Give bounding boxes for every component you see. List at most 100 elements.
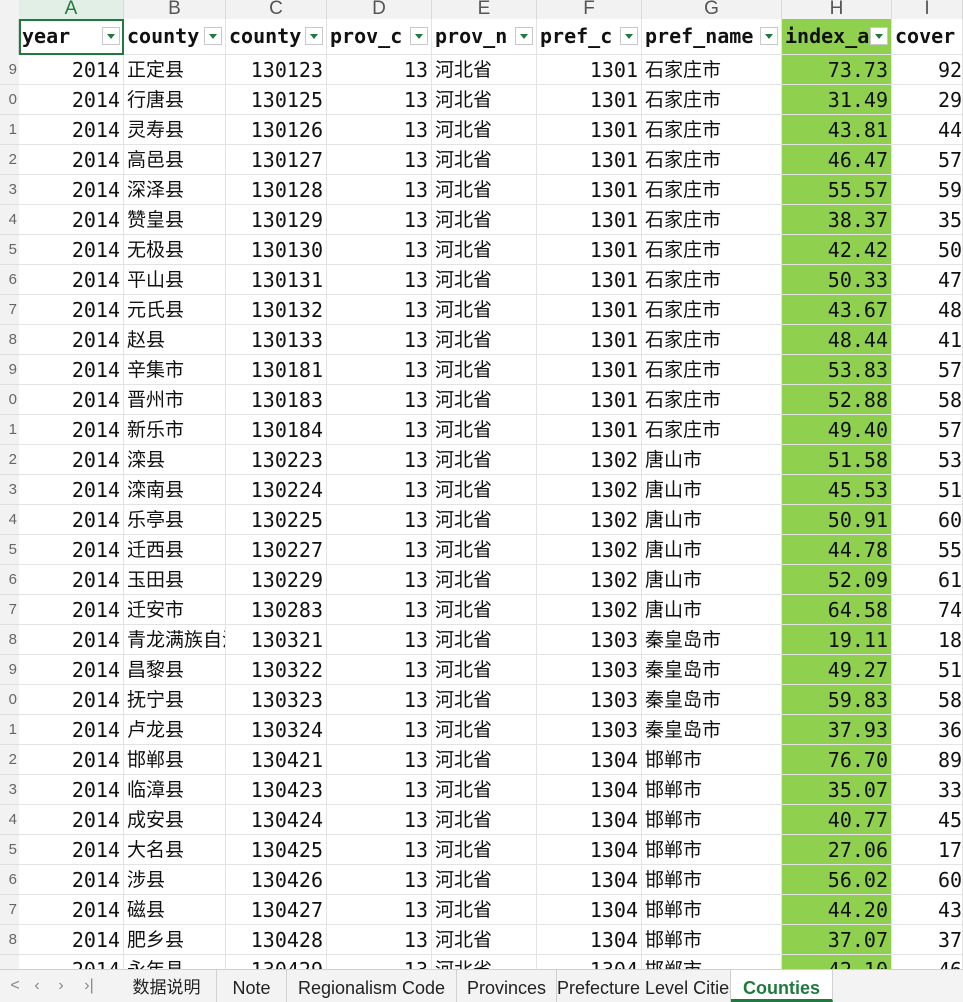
table-cell[interactable]: 38.37 bbox=[782, 205, 892, 235]
column-letter-g[interactable]: G bbox=[642, 0, 782, 19]
filter-dropdown-icon[interactable] bbox=[515, 27, 533, 45]
sheet-tab[interactable]: Counties bbox=[731, 970, 833, 1002]
table-cell[interactable]: 2014 bbox=[19, 55, 124, 85]
table-cell[interactable]: 河北省 bbox=[432, 565, 537, 595]
table-cell[interactable]: 130227 bbox=[226, 535, 327, 565]
table-cell[interactable]: 41 bbox=[892, 325, 963, 355]
table-cell[interactable]: 1304 bbox=[537, 925, 642, 955]
table-cell[interactable]: 石家庄市 bbox=[642, 85, 782, 115]
table-cell[interactable]: 2014 bbox=[19, 535, 124, 565]
table-cell[interactable]: 56.02 bbox=[782, 865, 892, 895]
table-cell[interactable]: 1301 bbox=[537, 415, 642, 445]
sheet-tab[interactable]: Note bbox=[217, 970, 287, 1002]
table-cell[interactable]: 河北省 bbox=[432, 115, 537, 145]
table-cell[interactable]: 行唐县 bbox=[124, 85, 226, 115]
table-cell[interactable]: 唐山市 bbox=[642, 565, 782, 595]
table-cell[interactable]: 73.73 bbox=[782, 55, 892, 85]
table-cell[interactable]: 河北省 bbox=[432, 655, 537, 685]
table-cell[interactable]: 130322 bbox=[226, 655, 327, 685]
column-letter-d[interactable]: D bbox=[327, 0, 432, 19]
table-cell[interactable]: 石家庄市 bbox=[642, 115, 782, 145]
table-cell[interactable]: 1301 bbox=[537, 355, 642, 385]
table-cell[interactable]: 59.83 bbox=[782, 685, 892, 715]
sheet-tab[interactable]: Regionalism Code bbox=[287, 970, 457, 1002]
table-cell[interactable]: 130184 bbox=[226, 415, 327, 445]
table-cell[interactable]: 45 bbox=[892, 805, 963, 835]
table-cell[interactable]: 2014 bbox=[19, 895, 124, 925]
table-cell[interactable]: 河北省 bbox=[432, 835, 537, 865]
table-cell[interactable]: 河北省 bbox=[432, 715, 537, 745]
table-cell[interactable]: 石家庄市 bbox=[642, 415, 782, 445]
table-cell[interactable]: 1303 bbox=[537, 655, 642, 685]
table-cell[interactable]: 赵县 bbox=[124, 325, 226, 355]
table-cell[interactable]: 1303 bbox=[537, 685, 642, 715]
table-cell[interactable]: 55 bbox=[892, 535, 963, 565]
table-cell[interactable]: 河北省 bbox=[432, 745, 537, 775]
table-cell[interactable]: 邯郸市 bbox=[642, 925, 782, 955]
table-cell[interactable]: 35.07 bbox=[782, 775, 892, 805]
table-cell[interactable]: 河北省 bbox=[432, 295, 537, 325]
table-cell[interactable]: 石家庄市 bbox=[642, 355, 782, 385]
table-cell[interactable]: 2014 bbox=[19, 835, 124, 865]
table-cell[interactable]: 2014 bbox=[19, 625, 124, 655]
table-cell[interactable]: 昌黎县 bbox=[124, 655, 226, 685]
table-cell[interactable]: 新乐市 bbox=[124, 415, 226, 445]
table-cell[interactable]: 36 bbox=[892, 715, 963, 745]
table-cell[interactable]: 130426 bbox=[226, 865, 327, 895]
column-letter-h[interactable]: H bbox=[782, 0, 892, 19]
table-cell[interactable]: 37.93 bbox=[782, 715, 892, 745]
table-cell[interactable]: 37.07 bbox=[782, 925, 892, 955]
table-cell[interactable]: 13 bbox=[327, 205, 432, 235]
table-cell[interactable]: 2014 bbox=[19, 865, 124, 895]
table-cell[interactable]: 130126 bbox=[226, 115, 327, 145]
table-cell[interactable]: 乐亭县 bbox=[124, 505, 226, 535]
table-cell[interactable]: 1301 bbox=[537, 115, 642, 145]
table-cell[interactable]: 13 bbox=[327, 595, 432, 625]
table-cell[interactable]: 2014 bbox=[19, 655, 124, 685]
table-cell[interactable]: 13 bbox=[327, 715, 432, 745]
table-cell[interactable]: 53 bbox=[892, 445, 963, 475]
table-cell[interactable]: 邯郸县 bbox=[124, 745, 226, 775]
table-cell[interactable]: 1301 bbox=[537, 295, 642, 325]
table-cell[interactable]: 47 bbox=[892, 265, 963, 295]
table-cell[interactable]: 17 bbox=[892, 835, 963, 865]
table-cell[interactable]: 石家庄市 bbox=[642, 55, 782, 85]
header-cell[interactable]: county bbox=[226, 19, 327, 55]
table-cell[interactable]: 2014 bbox=[19, 265, 124, 295]
table-cell[interactable]: 1303 bbox=[537, 715, 642, 745]
table-cell[interactable]: 58 bbox=[892, 685, 963, 715]
table-cell[interactable]: 130130 bbox=[226, 235, 327, 265]
header-cell[interactable]: pref_name bbox=[642, 19, 782, 55]
table-cell[interactable]: 1304 bbox=[537, 805, 642, 835]
table-cell[interactable]: 1301 bbox=[537, 145, 642, 175]
table-cell[interactable]: 43.81 bbox=[782, 115, 892, 145]
table-cell[interactable]: 13 bbox=[327, 835, 432, 865]
table-cell[interactable]: 石家庄市 bbox=[642, 145, 782, 175]
table-cell[interactable]: 130125 bbox=[226, 85, 327, 115]
table-cell[interactable]: 51 bbox=[892, 475, 963, 505]
table-cell[interactable]: 滦南县 bbox=[124, 475, 226, 505]
table-cell[interactable]: 深泽县 bbox=[124, 175, 226, 205]
table-cell[interactable]: 河北省 bbox=[432, 385, 537, 415]
table-cell[interactable]: 50 bbox=[892, 235, 963, 265]
table-cell[interactable]: 2014 bbox=[19, 445, 124, 475]
table-cell[interactable]: 13 bbox=[327, 625, 432, 655]
table-cell[interactable]: 高邑县 bbox=[124, 145, 226, 175]
table-cell[interactable]: 2014 bbox=[19, 685, 124, 715]
table-cell[interactable]: 卢龙县 bbox=[124, 715, 226, 745]
table-cell[interactable]: 57 bbox=[892, 145, 963, 175]
table-cell[interactable]: 滦县 bbox=[124, 445, 226, 475]
sheet-tab[interactable]: Prefecture Level Cities bbox=[557, 970, 731, 1002]
table-cell[interactable]: 1304 bbox=[537, 745, 642, 775]
table-cell[interactable]: 43.67 bbox=[782, 295, 892, 325]
table-cell[interactable]: 1303 bbox=[537, 625, 642, 655]
table-cell[interactable]: 河北省 bbox=[432, 925, 537, 955]
table-cell[interactable]: 2014 bbox=[19, 745, 124, 775]
table-cell[interactable]: 130425 bbox=[226, 835, 327, 865]
table-cell[interactable]: 赞皇县 bbox=[124, 205, 226, 235]
table-cell[interactable]: 成安县 bbox=[124, 805, 226, 835]
table-cell[interactable]: 19.11 bbox=[782, 625, 892, 655]
table-cell[interactable]: 58 bbox=[892, 385, 963, 415]
table-cell[interactable]: 正定县 bbox=[124, 55, 226, 85]
table-cell[interactable]: 1301 bbox=[537, 175, 642, 205]
